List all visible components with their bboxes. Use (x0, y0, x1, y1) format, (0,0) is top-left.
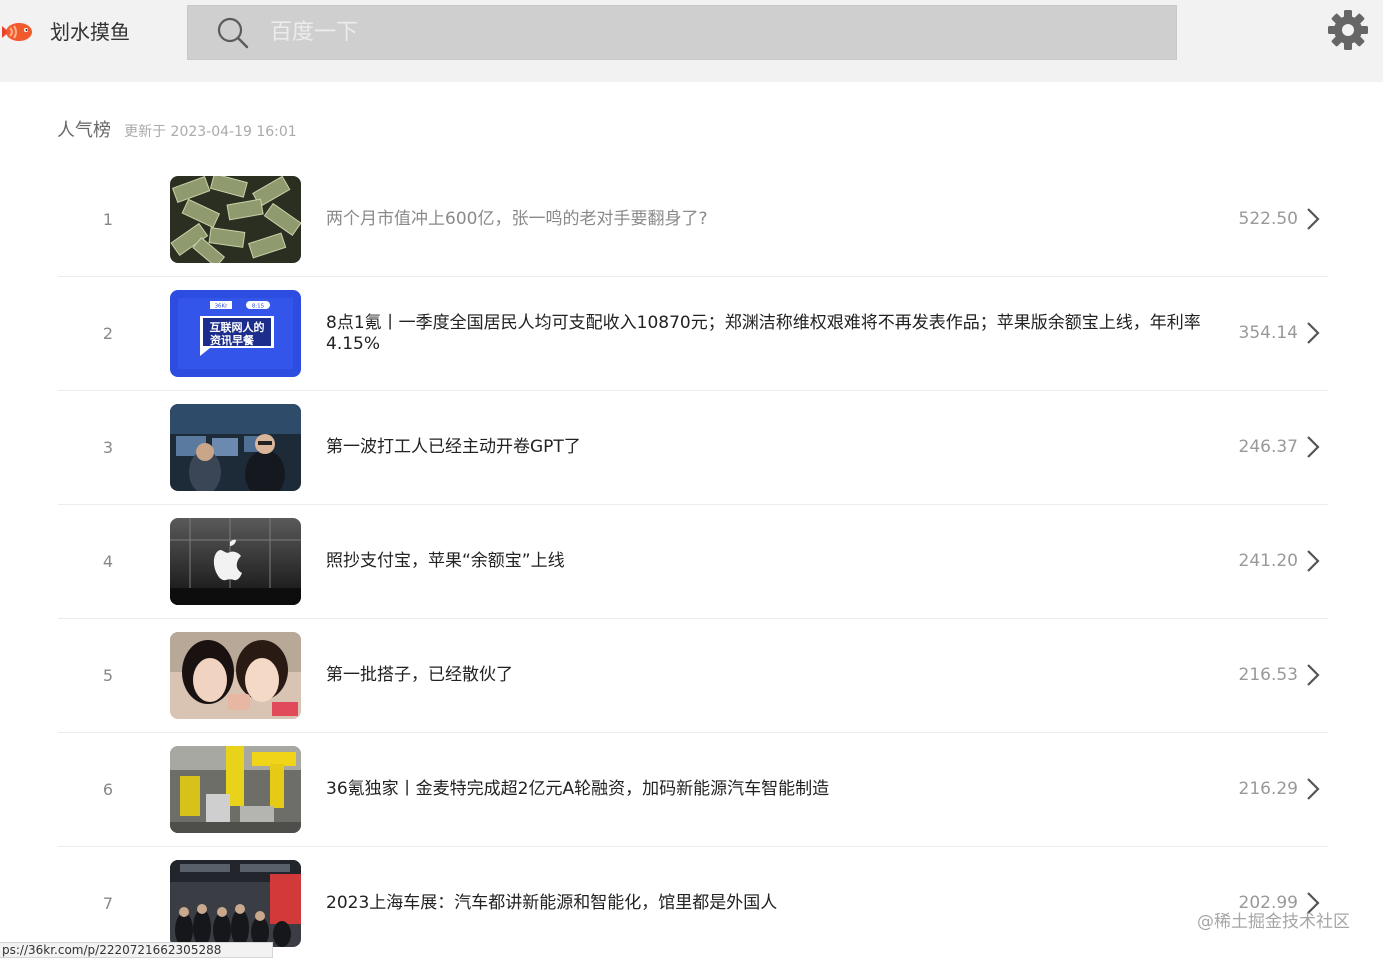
list-item[interactable]: 6 36氪独家丨金麦特完成超2亿元A轮融资，加码新能源汽车智能制造 216.29 (58, 733, 1328, 847)
section-header: 人气榜 更新于 2023-04-19 16:01 (57, 116, 297, 141)
chevron-right-icon[interactable] (1306, 207, 1320, 231)
rank-number: 5 (102, 666, 114, 685)
hot-score: 202.99 (1238, 893, 1298, 913)
article-thumbnail[interactable]: 36Kr 8:15 互联网人的 资讯早餐 (170, 290, 301, 377)
app-name[interactable]: 划水摸鱼 (50, 20, 130, 44)
rank-number: 6 (102, 780, 114, 799)
article-thumbnail[interactable] (170, 176, 301, 263)
status-bar-url: ps://36kr.com/p/2220721662305288 (0, 942, 273, 958)
svg-text:互联网人的: 互联网人的 (210, 320, 265, 334)
hot-score: 246.37 (1238, 437, 1298, 457)
article-title[interactable]: 8点1氪丨一季度全国居民人均可支配收入10870元；郑渊洁称维权艰难将不再发表作… (326, 277, 1226, 390)
list-item[interactable]: 2 36Kr 8:15 互联网人的 资讯早餐 8点1氪丨一季度全国居民人均可支配… (58, 277, 1328, 391)
section-title: 人气榜 (57, 120, 111, 141)
chevron-right-icon[interactable] (1306, 321, 1320, 345)
article-title[interactable]: 照抄支付宝，苹果“余额宝”上线 (326, 505, 1226, 618)
svg-text:36Kr: 36Kr (215, 304, 229, 310)
svg-text:8:15: 8:15 (252, 304, 265, 310)
article-title[interactable]: 36氪独家丨金麦特完成超2亿元A轮融资，加码新能源汽车智能制造 (326, 733, 1226, 846)
rank-number: 4 (102, 552, 114, 571)
list-item[interactable]: 3 第一波打工人已经主动开卷GPT了 246.37 (58, 391, 1328, 505)
chevron-right-icon[interactable] (1306, 435, 1320, 459)
chevron-right-icon[interactable] (1306, 663, 1320, 687)
article-thumbnail[interactable] (170, 404, 301, 491)
rank-number: 2 (102, 324, 114, 343)
article-title[interactable]: 第一批搭子，已经散伙了 (326, 619, 1226, 732)
gear-icon[interactable] (1327, 9, 1369, 51)
article-thumbnail[interactable] (170, 746, 301, 833)
list-item[interactable]: 4 照抄支付宝，苹果“余额宝”上线 241.20 (58, 505, 1328, 619)
list-item[interactable]: 5 第一批搭子，已经散伙了 216.53 (58, 619, 1328, 733)
hot-score: 354.14 (1238, 323, 1298, 343)
article-thumbnail[interactable] (170, 860, 301, 947)
top-bar: 划水摸鱼 (0, 0, 1383, 82)
hot-score: 216.29 (1238, 779, 1298, 799)
hot-score: 216.53 (1238, 665, 1298, 685)
article-title[interactable]: 第一波打工人已经主动开卷GPT了 (326, 391, 1226, 504)
watermark: @稀土掘金技术社区 (1197, 912, 1350, 932)
update-time: 更新于 2023-04-19 16:01 (124, 124, 297, 140)
article-thumbnail[interactable] (170, 518, 301, 605)
hot-score: 522.50 (1238, 209, 1298, 229)
article-thumbnail[interactable] (170, 632, 301, 719)
list-item[interactable]: 1 两个月市值冲上600亿，张一鸣的老对手要翻身了? 522.50 (58, 163, 1328, 277)
rank-number: 3 (102, 438, 114, 457)
chevron-right-icon[interactable] (1306, 549, 1320, 573)
search-input[interactable] (270, 6, 1150, 59)
rank-number: 1 (102, 210, 114, 229)
hot-score: 241.20 (1238, 551, 1298, 571)
hot-list: 1 两个月市值冲上600亿，张一鸣的老对手要翻身了? 522.50 2 36Kr… (58, 163, 1328, 961)
fish-icon[interactable] (0, 14, 36, 50)
chevron-right-icon[interactable] (1306, 777, 1320, 801)
article-title[interactable]: 2023上海车展：汽车都讲新能源和智能化，馆里都是外国人 (326, 847, 1226, 960)
article-title[interactable]: 两个月市值冲上600亿，张一鸣的老对手要翻身了? (326, 163, 1226, 276)
search-box[interactable] (187, 5, 1177, 60)
svg-text:资讯早餐: 资讯早餐 (210, 333, 255, 347)
search-icon[interactable] (216, 16, 250, 50)
